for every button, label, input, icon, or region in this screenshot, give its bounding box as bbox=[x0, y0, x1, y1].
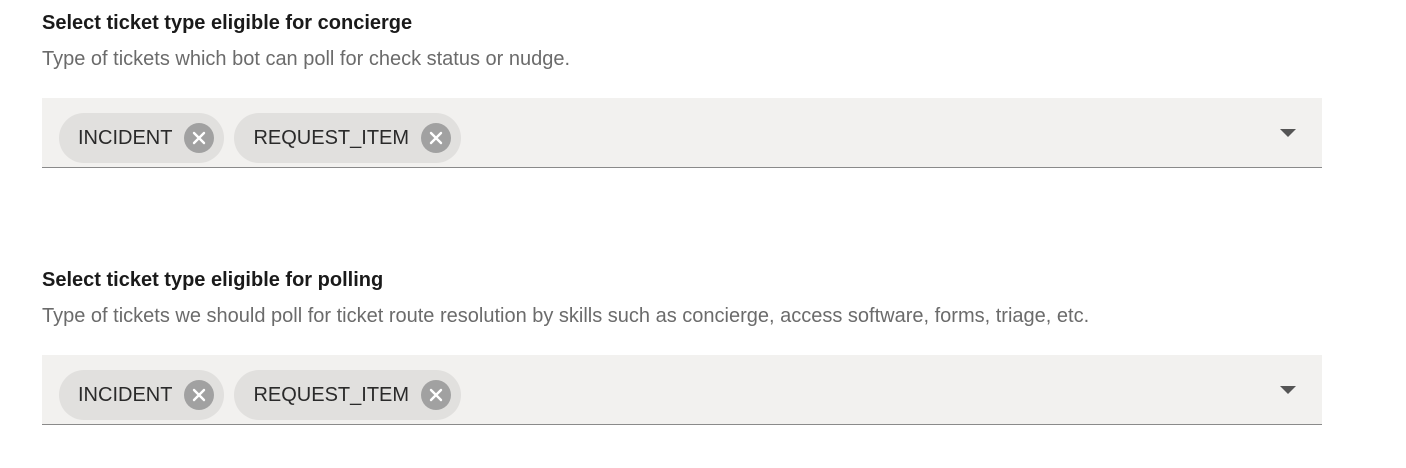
remove-chip-icon[interactable] bbox=[184, 380, 215, 410]
chip-incident: INCIDENT bbox=[59, 370, 225, 420]
remove-chip-icon[interactable] bbox=[184, 123, 215, 153]
polling-section-title: Select ticket type eligible for polling bbox=[42, 269, 384, 291]
concierge-ticket-type-section: Select ticket type eligible for concierg… bbox=[42, 10, 1322, 168]
concierge-ticket-type-select[interactable]: INCIDENT REQUEST_ITEM bbox=[42, 98, 1322, 168]
chevron-down-icon[interactable] bbox=[1280, 129, 1296, 137]
polling-ticket-type-select[interactable]: INCIDENT REQUEST_ITEM bbox=[42, 355, 1322, 425]
concierge-section-description: Type of tickets which bot can poll for c… bbox=[42, 48, 571, 70]
polling-section-description: Type of tickets we should poll for ticke… bbox=[42, 305, 1090, 327]
chip-incident: INCIDENT bbox=[59, 113, 225, 163]
chip-label: INCIDENT bbox=[78, 384, 173, 406]
selected-chips: INCIDENT REQUEST_ITEM bbox=[59, 370, 462, 420]
remove-chip-icon[interactable] bbox=[421, 123, 452, 153]
remove-chip-icon[interactable] bbox=[421, 380, 452, 410]
chip-request-item: REQUEST_ITEM bbox=[234, 370, 462, 420]
concierge-section-title: Select ticket type eligible for concierg… bbox=[42, 12, 413, 34]
selected-chips: INCIDENT REQUEST_ITEM bbox=[59, 113, 462, 163]
chip-request-item: REQUEST_ITEM bbox=[234, 113, 462, 163]
chip-label: REQUEST_ITEM bbox=[253, 127, 410, 149]
chevron-down-icon[interactable] bbox=[1280, 386, 1296, 394]
polling-ticket-type-section: Select ticket type eligible for polling … bbox=[42, 267, 1322, 425]
chip-label: REQUEST_ITEM bbox=[253, 384, 410, 406]
chip-label: INCIDENT bbox=[78, 127, 173, 149]
